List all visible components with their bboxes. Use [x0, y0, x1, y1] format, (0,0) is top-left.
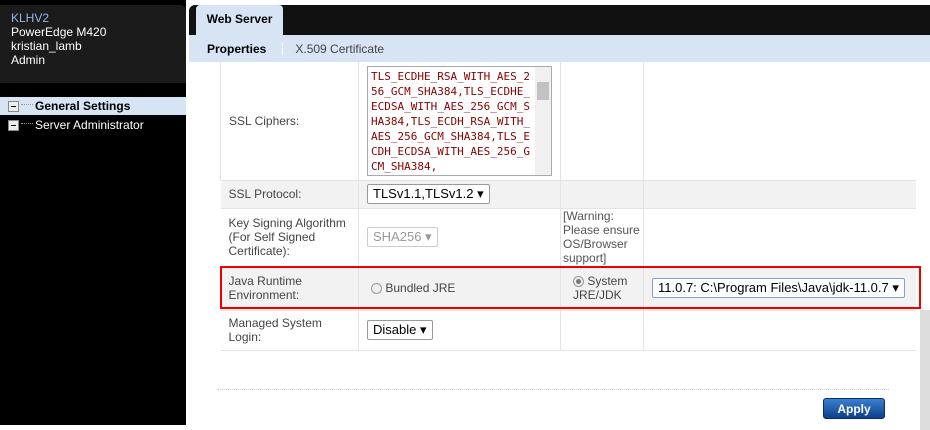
- tree-label: General Settings: [35, 99, 131, 113]
- warning-text: [Warning: Please ensure OS/Browser suppo…: [560, 208, 644, 266]
- subtab-properties[interactable]: Properties: [207, 42, 266, 56]
- jre-label: Java Runtime Environment:: [220, 266, 359, 310]
- settings-table: SSL Ciphers: TLS_ECDHE_RSA_WITH_AES_256_…: [220, 62, 916, 351]
- user-name: kristian_lamb: [11, 39, 82, 53]
- key-signing-label: Key Signing Algorithm (For Self Signed C…: [220, 208, 359, 266]
- collapse-icon[interactable]: [8, 100, 19, 112]
- model: PowerEdge M420: [11, 25, 107, 39]
- collapse-icon[interactable]: [8, 119, 19, 131]
- managed-login-label: Managed System Login:: [220, 310, 359, 350]
- sidebar: KLHV2 PowerEdge M420 kristian_lamb Admin…: [0, 0, 186, 425]
- main-panel: Web Server Properties X.509 Certificate …: [189, 5, 930, 430]
- subtab-x509-certificate[interactable]: X.509 Certificate: [295, 42, 384, 56]
- system-jre-radio[interactable]: [573, 276, 584, 288]
- page-scrollbar[interactable]: [920, 310, 930, 430]
- system-info: KLHV2 PowerEdge M420 kristian_lamb Admin: [0, 5, 186, 83]
- bundled-jre-label: Bundled JRE: [385, 281, 456, 295]
- scrollbar[interactable]: [535, 66, 551, 175]
- bundled-jre-radio[interactable]: [371, 283, 382, 295]
- subtab-bar: Properties X.509 Certificate: [189, 35, 930, 62]
- ssl-ciphers-textarea[interactable]: TLS_ECDHE_RSA_WITH_AES_256_GCM_SHA384,TL…: [367, 65, 552, 176]
- apply-button[interactable]: Apply: [823, 398, 885, 419]
- divider: [217, 389, 889, 390]
- ssl-ciphers-value: TLS_ECDHE_RSA_WITH_AES_256_GCM_SHA384,TL…: [371, 69, 530, 173]
- tab-bar: Web Server: [189, 5, 930, 35]
- key-signing-select: SHA256 ▾: [367, 227, 438, 247]
- ssl-ciphers-label: SSL Ciphers:: [220, 62, 359, 180]
- host-name: KLHV2: [11, 11, 50, 25]
- tree-item-server-administrator[interactable]: Server Administrator: [0, 116, 186, 134]
- tree-item-general-settings[interactable]: General Settings: [0, 97, 186, 115]
- managed-login-select[interactable]: Disable ▾: [367, 320, 433, 340]
- user-role: Admin: [11, 53, 46, 67]
- managed-login-value: Disable: [373, 322, 417, 337]
- tree-label: Server Administrator: [35, 118, 144, 132]
- ssl-protocol-label: SSL Protocol:: [220, 180, 359, 208]
- ssl-protocol-value: TLSv1.1,TLSv1.2: [373, 186, 474, 201]
- key-signing-value: SHA256: [373, 229, 422, 244]
- jre-path-value: 11.0.7: C:\Program Files\Java\jdk-11.0.7: [658, 280, 889, 295]
- ssl-protocol-select[interactable]: TLSv1.1,TLSv1.2 ▾: [367, 184, 490, 204]
- jre-path-select[interactable]: 11.0.7: C:\Program Files\Java\jdk-11.0.7…: [652, 278, 905, 298]
- tab-web-server[interactable]: Web Server: [196, 5, 283, 35]
